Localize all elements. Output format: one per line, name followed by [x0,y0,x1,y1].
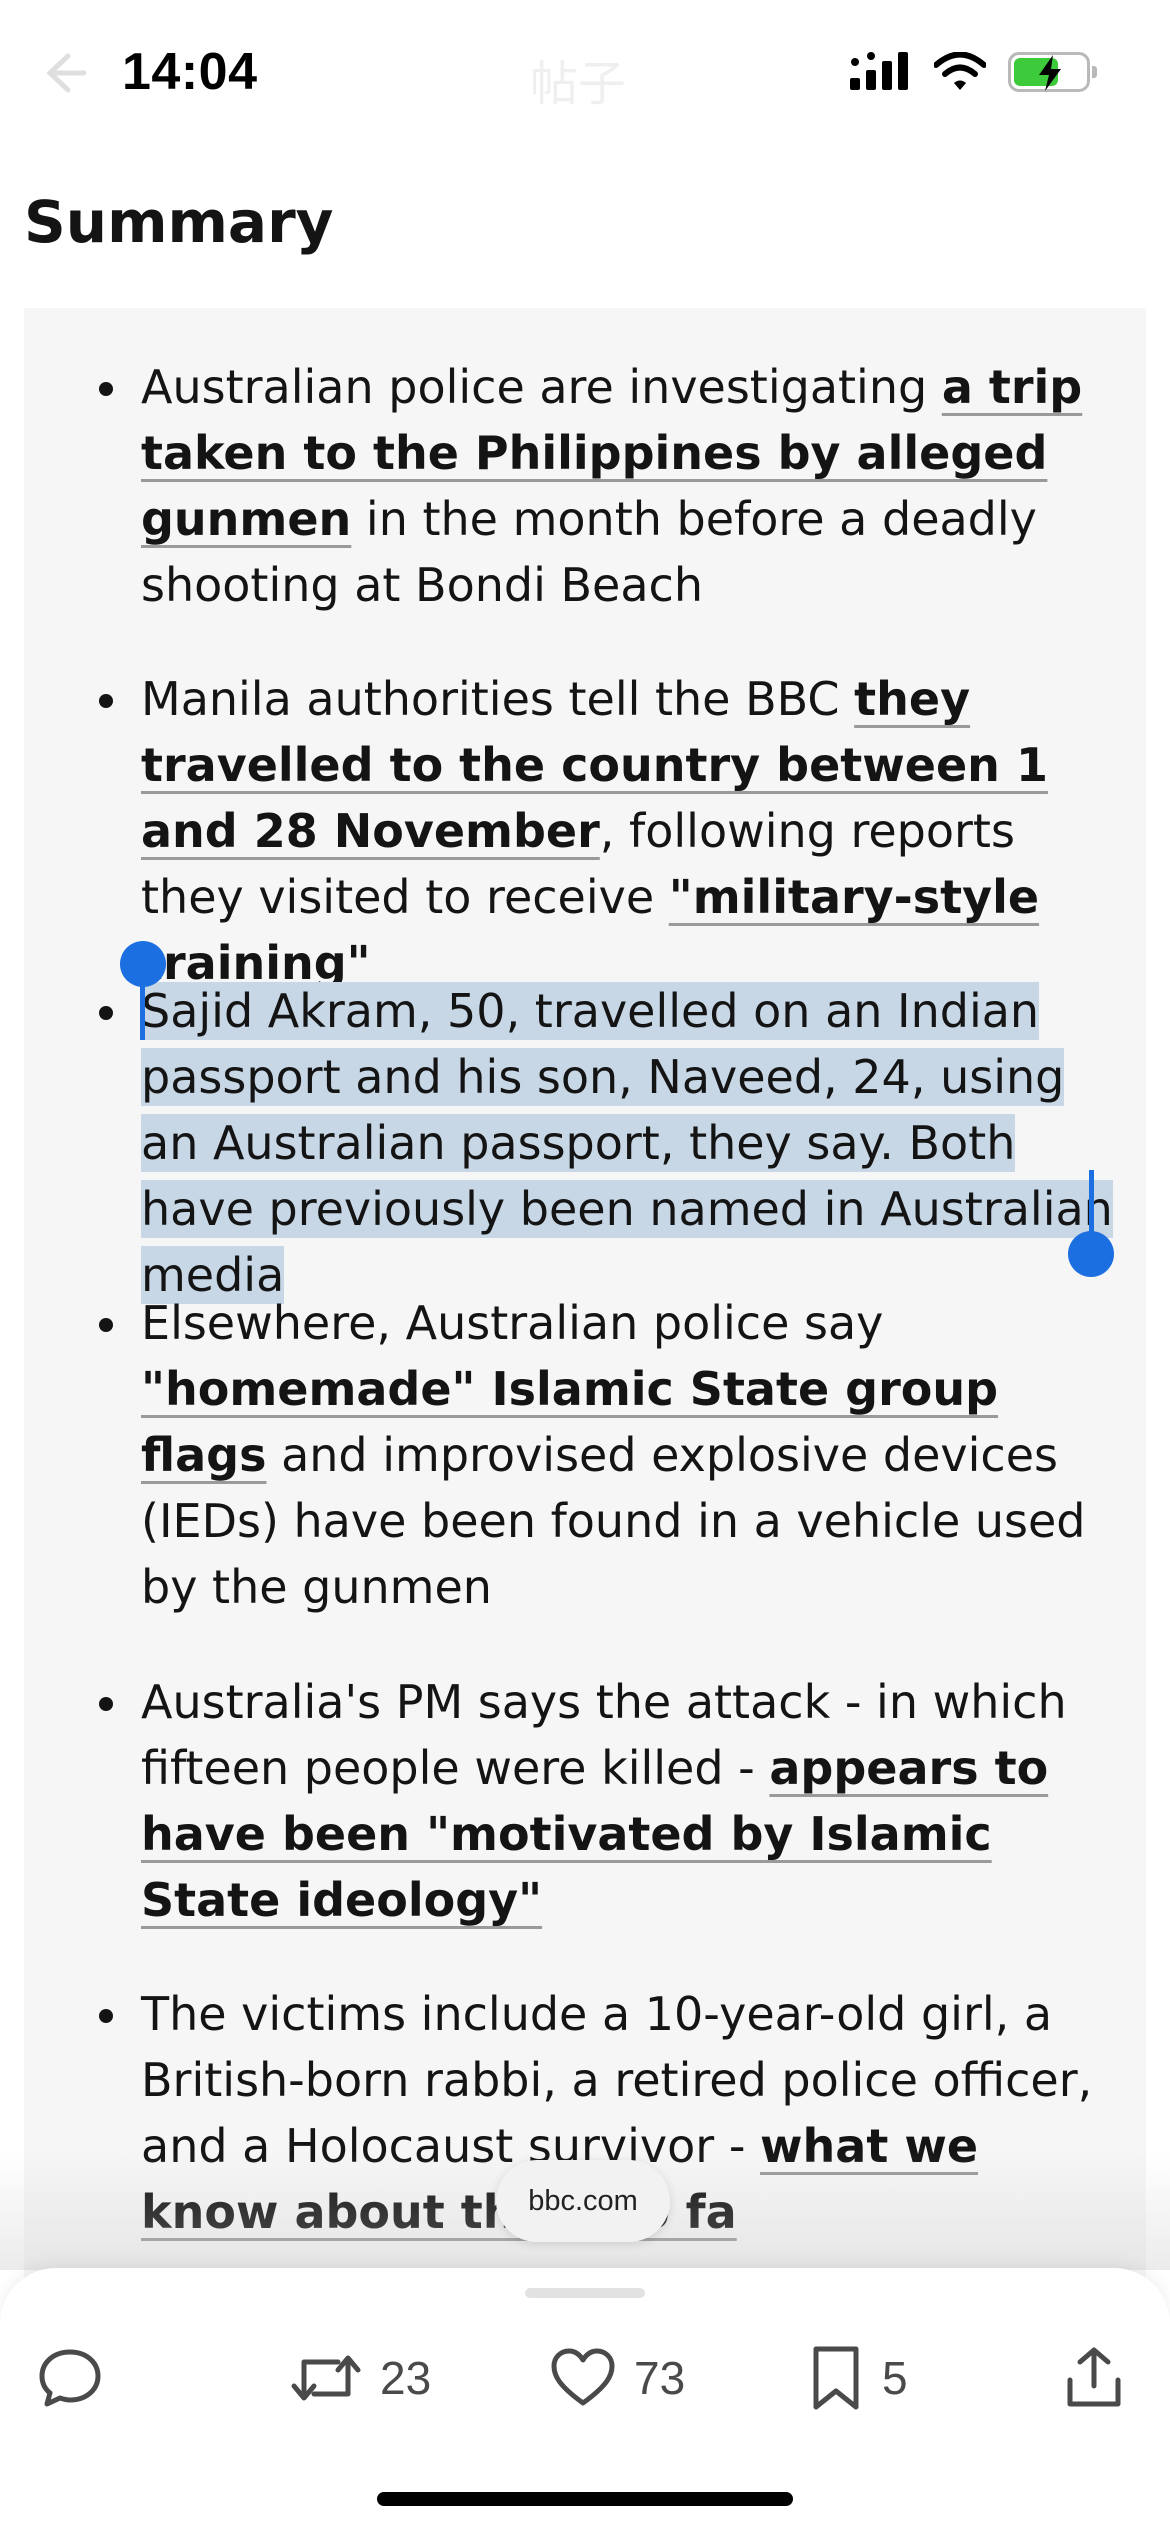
bookmark-button[interactable]: 5 [808,2338,908,2418]
sheet-grabber[interactable] [525,2288,645,2298]
list-item: Australian police are investigating a tr… [99,354,1131,618]
bullet-text: Manila authorities tell the BBC [141,672,855,726]
list-item: Australia's PM says the attack - in whic… [99,1669,1131,1933]
speech-bubble-icon [39,2349,101,2407]
summary-heading: Summary [24,188,334,256]
comment-button[interactable] [38,2338,102,2418]
cellular-signal-icon [850,52,908,90]
share-button[interactable] [1064,2338,1124,2418]
bookmark-count: 5 [882,2352,908,2404]
bullet-text: Elsewhere, Australian police say [141,1296,884,1350]
like-button[interactable]: 73 [550,2338,685,2418]
repost-count: 23 [380,2352,432,2404]
source-link-pill[interactable]: bbc.com [496,2160,670,2242]
status-bar: 14:04 帖子 [0,0,1170,150]
like-count: 73 [634,2352,686,2404]
list-item: Elsewhere, Australian police say "homema… [99,1290,1131,1620]
share-icon [1067,2347,1121,2407]
wifi-icon [934,52,986,90]
selection-end-handle[interactable] [1066,1170,1116,1280]
bullet-text: and improvised explosive devices (IEDs) … [141,1428,1086,1614]
list-item: Sajid Akram, 50, travelled on an Indian … [99,978,1131,1308]
status-time: 14:04 [122,43,258,101]
heart-icon [551,2348,615,2406]
back-arrow-icon[interactable] [38,48,88,98]
summary-box: Australian police are investigating a tr… [24,308,1146,2408]
ghost-page-title: 帖子 [530,56,627,112]
screen: 14:04 帖子 Summary Australian police are i… [0,0,1170,2532]
repost-button[interactable]: 23 [290,2338,431,2418]
bookmark-icon [813,2346,859,2410]
home-indicator[interactable] [377,2492,793,2506]
charging-bolt-icon [1039,55,1061,91]
repost-icon [291,2355,361,2401]
list-item: Manila authorities tell the BBC they tra… [99,666,1131,996]
status-icons [850,52,1097,92]
bullet-text: Australian police are investigating [141,360,942,414]
selection-start-handle[interactable] [118,940,168,1040]
battery-icon [1008,52,1097,92]
selected-text[interactable]: Sajid Akram, 50, travelled on an Indian … [141,982,1113,1304]
